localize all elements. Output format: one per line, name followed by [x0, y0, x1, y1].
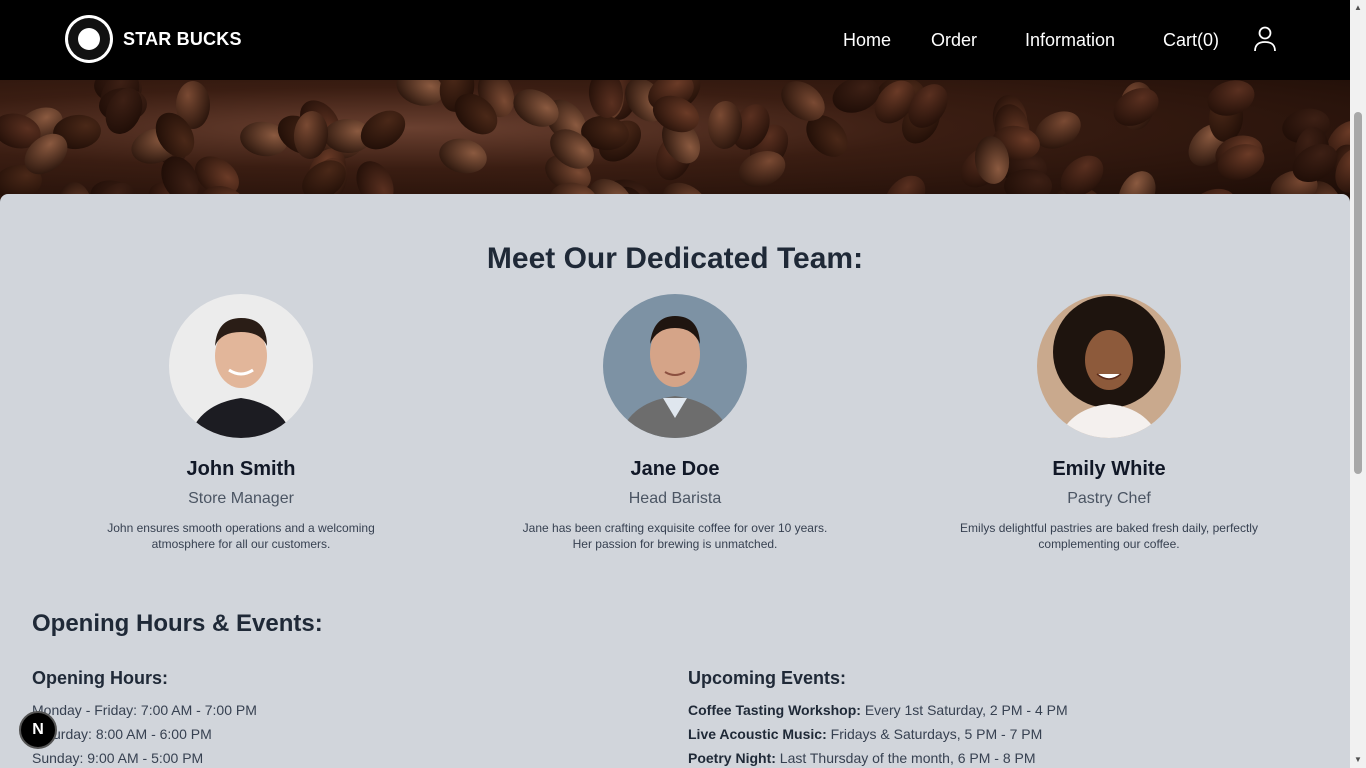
- coffee-beans-banner: [0, 80, 1350, 200]
- member-name: John Smith: [186, 458, 296, 480]
- scrollbar-thumb[interactable]: [1354, 112, 1362, 474]
- event-time: Fridays & Saturdays, 5 PM - 7 PM: [830, 726, 1043, 742]
- coffee-bean: [436, 134, 491, 178]
- team-member-card: Jane Doe Head Barista Jane has been craf…: [485, 294, 865, 552]
- member-description: John ensures smooth operations and a wel…: [107, 521, 375, 551]
- event-name: Poetry Night:: [688, 750, 776, 766]
- nextjs-dev-indicator-button[interactable]: N: [19, 711, 57, 749]
- team-member-avatar: [1037, 294, 1181, 438]
- event-item: Coffee Tasting Workshop: Every 1st Satur…: [688, 702, 1068, 718]
- page-scrollbar[interactable]: ▲ ▼: [1350, 0, 1366, 768]
- member-description: Emilys delightful pastries are baked fre…: [960, 521, 1258, 551]
- nav-order-link[interactable]: Order: [931, 30, 977, 51]
- opening-hours-line: Monday - Friday: 7:00 AM - 7:00 PM: [32, 702, 257, 718]
- events-section-title: Opening Hours & Events:: [32, 610, 323, 637]
- nav-cart-link[interactable]: Cart(0): [1163, 30, 1219, 51]
- top-navbar: STAR BUCKS Home Order Information Cart(0…: [0, 0, 1350, 80]
- member-role: Pastry Chef: [1067, 490, 1151, 507]
- member-role: Head Barista: [628, 490, 722, 507]
- user-account-icon[interactable]: [1253, 25, 1277, 53]
- member-name: Emily White: [1052, 458, 1166, 480]
- member-description: Jane has been crafting exquisite coffee …: [522, 521, 828, 551]
- opening-hours-line: Sunday: 9:00 AM - 5:00 PM: [32, 750, 204, 766]
- event-time: Last Thursday of the month, 6 PM - 8 PM: [779, 750, 1036, 766]
- team-member-card: John Smith Store Manager John ensures sm…: [51, 294, 431, 552]
- team-member-card: Emily White Pastry Chef Emilys delightfu…: [919, 294, 1299, 552]
- scroll-down-arrow-icon[interactable]: ▼: [1354, 756, 1362, 764]
- nav-home-link[interactable]: Home: [843, 30, 891, 51]
- member-name: Jane Doe: [630, 458, 720, 480]
- team-section-title: Meet Our Dedicated Team:: [486, 242, 864, 275]
- team-member-avatar: [603, 294, 747, 438]
- opening-hours-line: Saturday: 8:00 AM - 6:00 PM: [32, 726, 212, 742]
- upcoming-events-title: Upcoming Events:: [688, 668, 847, 688]
- event-name: Coffee Tasting Workshop:: [688, 702, 861, 718]
- event-item: Poetry Night: Last Thursday of the month…: [688, 750, 1036, 766]
- opening-hours-title: Opening Hours:: [32, 668, 168, 688]
- event-item: Live Acoustic Music: Fridays & Saturdays…: [688, 726, 1042, 742]
- nav-information-link[interactable]: Information: [1025, 30, 1115, 51]
- member-role: Store Manager: [188, 490, 294, 507]
- team-member-avatar: [169, 294, 313, 438]
- event-name: Live Acoustic Music:: [688, 726, 827, 742]
- event-time: Every 1st Saturday, 2 PM - 4 PM: [864, 702, 1068, 718]
- main-content: Meet Our Dedicated Team: John Smith Stor…: [0, 194, 1350, 768]
- scroll-up-arrow-icon[interactable]: ▲: [1354, 4, 1362, 12]
